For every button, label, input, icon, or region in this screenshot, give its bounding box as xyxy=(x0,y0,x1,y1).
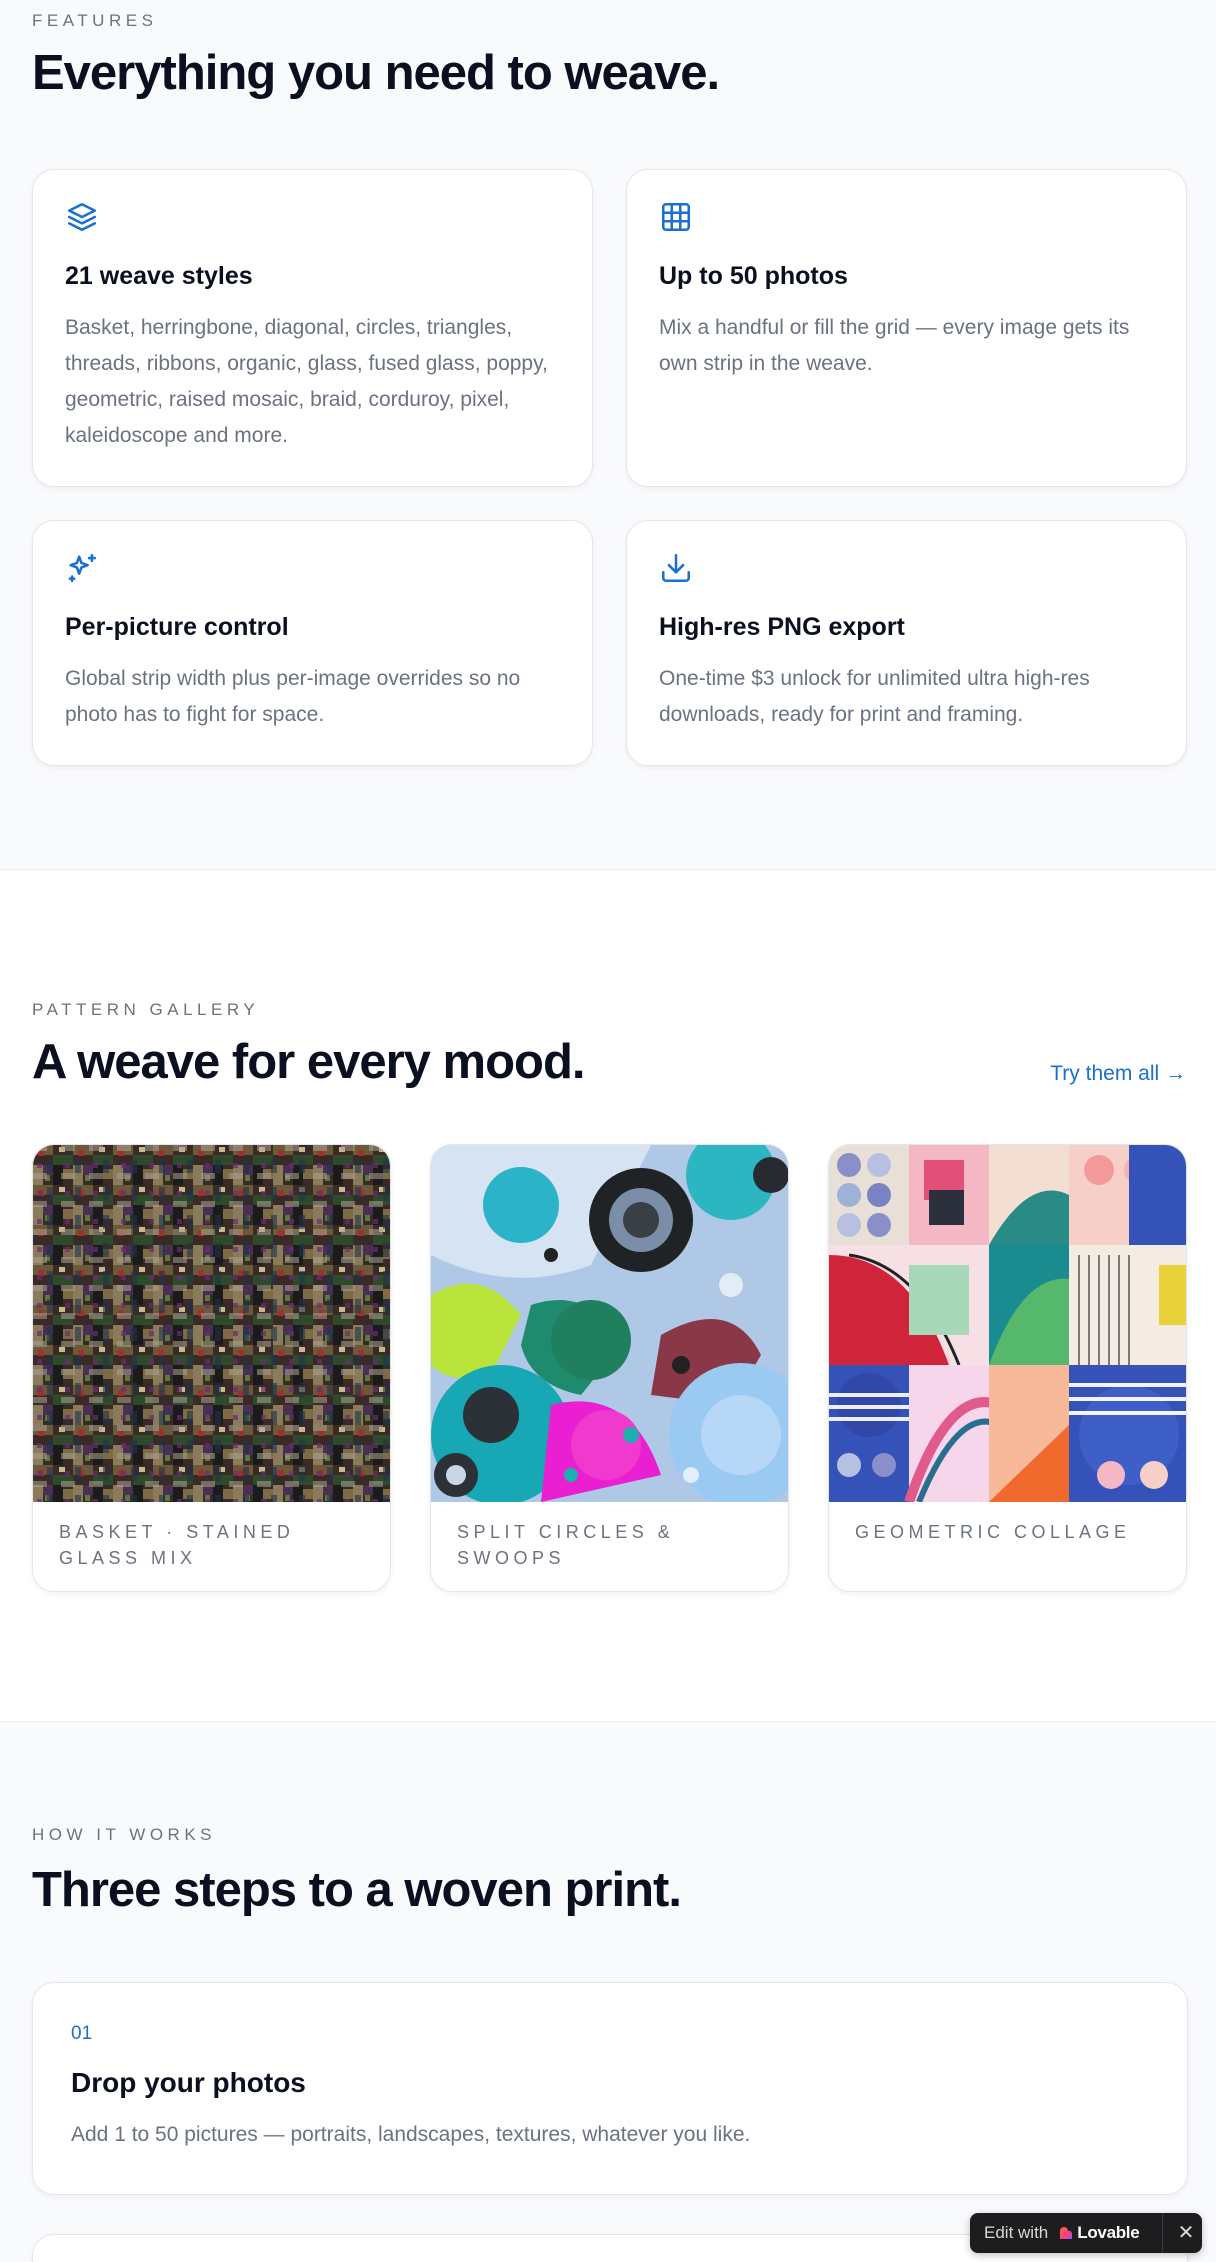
basket-pattern-image xyxy=(33,1145,390,1502)
close-icon[interactable]: ✕ xyxy=(1175,2222,1197,2244)
feature-description: One-time $3 unlock for unlimited ultra h… xyxy=(659,667,1090,726)
how-it-works-section: HOW IT WORKS Three steps to a woven prin… xyxy=(0,1722,1216,2262)
lovable-heart-icon xyxy=(1058,2225,1074,2241)
gallery-card-geometric[interactable]: GEOMETRIC COLLAGE xyxy=(828,1144,1187,1592)
feature-title: 21 weave styles xyxy=(65,262,253,290)
feature-card-control: Per-picture control Global strip width p… xyxy=(32,520,593,766)
features-eyebrow: FEATURES xyxy=(32,11,158,30)
badge-edit-label: Edit with xyxy=(984,2223,1049,2242)
pattern-gallery-section: PATTERN GALLERY A weave for every mood. … xyxy=(0,870,1216,1722)
step-description: Add 1 to 50 pictures — portraits, landsc… xyxy=(71,2123,751,2146)
step-card-1: 01 Drop your photos Add 1 to 50 pictures… xyxy=(32,1982,1188,2195)
feature-description: Basket, herringbone, diagonal, circles, … xyxy=(65,316,548,447)
grid-icon xyxy=(659,200,693,234)
gallery-caption: BASKET · STAINED GLASS MIX xyxy=(59,1522,295,1568)
lovable-brand-label: Lovable xyxy=(1077,2223,1140,2242)
how-eyebrow: HOW IT WORKS xyxy=(32,1825,217,1844)
gallery-caption: GEOMETRIC COLLAGE xyxy=(855,1522,1131,1542)
try-them-all-link[interactable]: Try them all → xyxy=(1050,1062,1186,1086)
feature-title: Per-picture control xyxy=(65,613,289,641)
feature-card-export: High-res PNG export One-time $3 unlock f… xyxy=(626,520,1187,766)
feature-description: Mix a handful or fill the grid — every i… xyxy=(659,316,1130,375)
features-section: FEATURES Everything you need to weave. 2… xyxy=(0,0,1216,870)
feature-description: Global strip width plus per-image overri… xyxy=(65,667,521,726)
features-heading: Everything you need to weave. xyxy=(32,46,720,100)
badge-divider xyxy=(1162,2213,1163,2253)
gallery-card-circles[interactable]: SPLIT CIRCLES & SWOOPS xyxy=(430,1144,789,1592)
step-title: Drop your photos xyxy=(71,2067,306,2098)
download-icon xyxy=(659,551,693,585)
layers-icon xyxy=(65,200,99,234)
edit-with-lovable-badge[interactable]: Edit with Lovable ✕ xyxy=(970,2213,1202,2253)
gallery-eyebrow: PATTERN GALLERY xyxy=(32,1000,260,1019)
gallery-caption: SPLIT CIRCLES & SWOOPS xyxy=(457,1522,675,1568)
feature-title: Up to 50 photos xyxy=(659,262,848,290)
step-number: 01 xyxy=(71,2023,93,2044)
geometric-pattern-image xyxy=(829,1145,1186,1502)
how-heading: Three steps to a woven print. xyxy=(32,1863,682,1917)
gallery-card-basket[interactable]: BASKET · STAINED GLASS MIX xyxy=(32,1144,391,1592)
sparkles-icon xyxy=(65,551,99,585)
gallery-heading: A weave for every mood. xyxy=(32,1035,586,1089)
circles-pattern-image xyxy=(431,1145,788,1502)
feature-card-weave-styles: 21 weave styles Basket, herringbone, dia… xyxy=(32,169,593,487)
feature-title: High-res PNG export xyxy=(659,613,905,641)
feature-card-photos: Up to 50 photos Mix a handful or fill th… xyxy=(626,169,1187,487)
